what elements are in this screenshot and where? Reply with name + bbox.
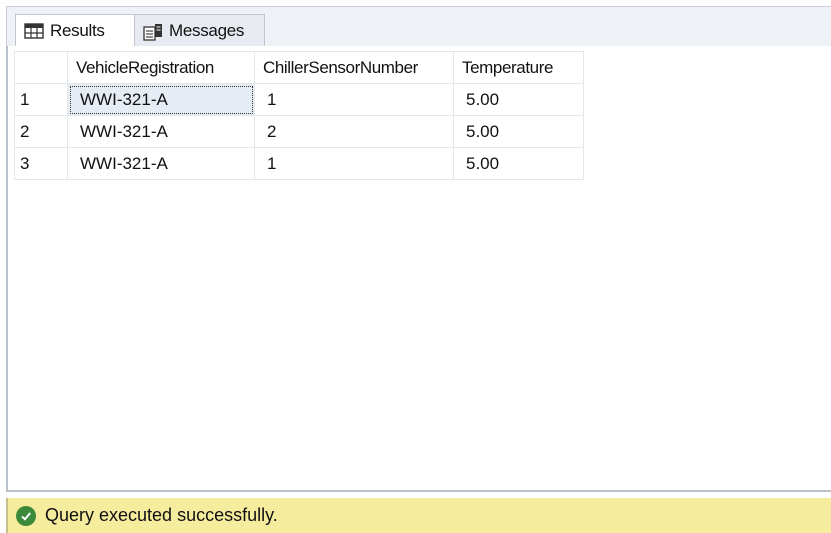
grid-cell[interactable]: 1	[254, 147, 454, 180]
tab-results[interactable]: Results	[15, 14, 135, 47]
grid-cell[interactable]: 2	[254, 115, 454, 148]
tab-results-label: Results	[50, 21, 105, 40]
header-row: VehicleRegistration ChillerSensorNumber …	[14, 51, 584, 84]
tab-messages[interactable]: Messages	[135, 14, 265, 47]
table-row: 2 WWI-321-A 2 5.00	[14, 115, 584, 148]
tab-messages-label: Messages	[169, 20, 245, 40]
table-row: 1 WWI-321-A 1 5.00	[14, 83, 584, 116]
table-row: 3 WWI-321-A 1 5.00	[14, 147, 584, 180]
status-bar: Query executed successfully.	[6, 498, 831, 533]
row-number[interactable]: 2	[14, 115, 68, 148]
messages-icon	[143, 23, 163, 41]
row-number[interactable]: 3	[14, 147, 68, 180]
column-header-temperature[interactable]: Temperature	[453, 51, 584, 84]
grid-cell[interactable]: 5.00	[453, 115, 584, 148]
grid-cell[interactable]: WWI-321-A	[67, 115, 255, 148]
check-circle-icon	[16, 505, 36, 526]
corner-cell[interactable]	[14, 51, 68, 84]
results-grid-pane: VehicleRegistration ChillerSensorNumber …	[6, 46, 831, 492]
tab-strip: Results Messages	[6, 6, 831, 47]
column-header-chiller-sensor-number[interactable]: ChillerSensorNumber	[254, 51, 454, 84]
grid-cell[interactable]: WWI-321-A	[67, 83, 255, 116]
grid-cell[interactable]: 5.00	[453, 83, 584, 116]
grid-cell[interactable]: WWI-321-A	[67, 147, 255, 180]
grid-cell[interactable]: 5.00	[453, 147, 584, 180]
row-number[interactable]: 1	[14, 83, 68, 116]
results-grid: VehicleRegistration ChillerSensorNumber …	[14, 51, 584, 180]
grid-icon	[24, 23, 44, 39]
results-panel: Results Messages VehicleRegistration Chi…	[0, 0, 831, 533]
grid-cell[interactable]: 1	[254, 83, 454, 116]
column-header-vehicle-registration[interactable]: VehicleRegistration	[67, 51, 255, 84]
status-text: Query executed successfully.	[45, 505, 278, 525]
